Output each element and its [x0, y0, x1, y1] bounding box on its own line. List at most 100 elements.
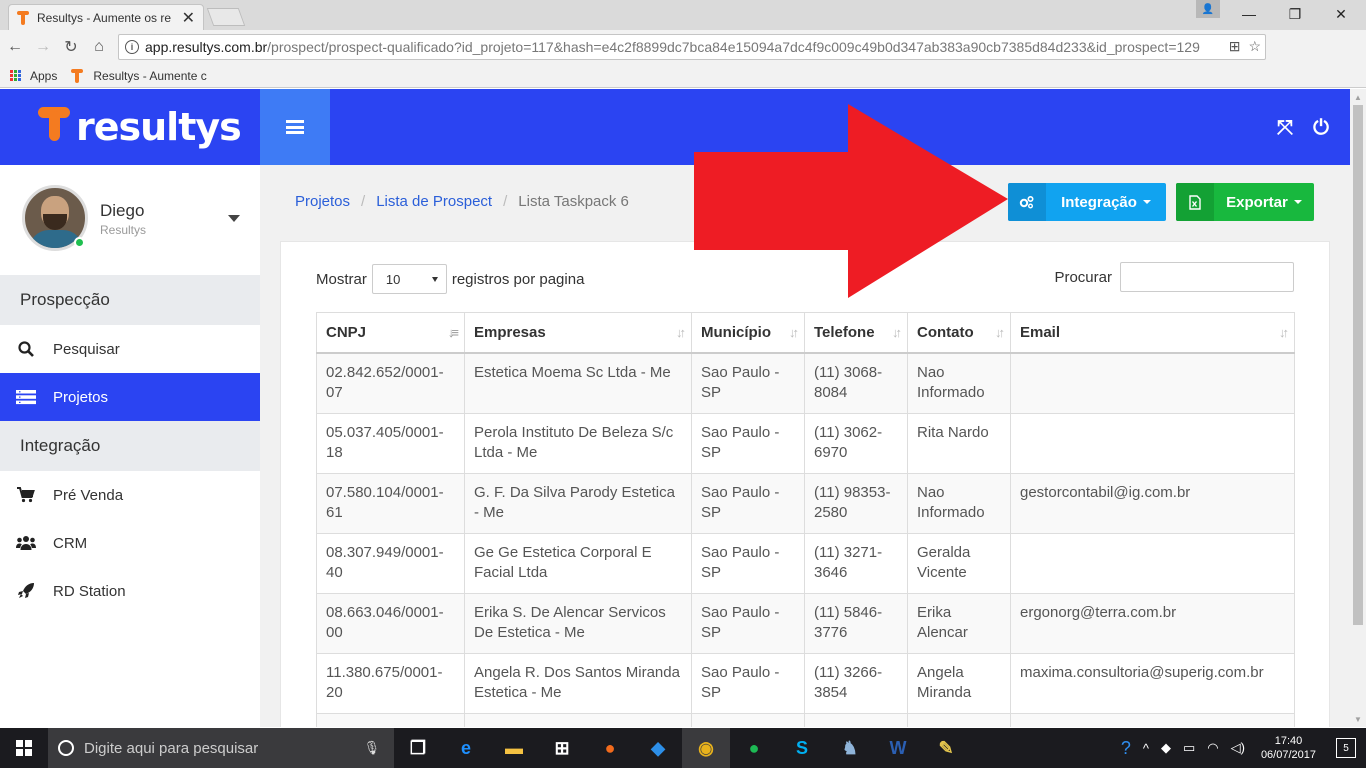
profile-icon[interactable]: 👤: [1196, 0, 1220, 18]
prospect-panel: Mostrar 10 registros por pagina Procurar…: [280, 241, 1330, 727]
help-icon[interactable]: ?: [1121, 738, 1131, 759]
edge-icon[interactable]: e: [442, 728, 490, 768]
search-label: Procurar: [1054, 268, 1112, 286]
scroll-up-icon[interactable]: ▲: [1350, 89, 1366, 105]
skype-icon[interactable]: S: [778, 728, 826, 768]
sidebar-item-label: Projetos: [53, 388, 109, 406]
file-explorer-icon[interactable]: ▬: [490, 728, 538, 768]
close-window-icon[interactable]: ✕: [1318, 0, 1364, 28]
start-button[interactable]: [0, 728, 48, 768]
spotify-icon[interactable]: ●: [730, 728, 778, 768]
cell-empresa: Ge Ge Estetica Corporal E Facial Ltda: [464, 532, 692, 594]
table-row[interactable]: 08.663.046/0001-00 Erika S. De Alencar S…: [316, 592, 1295, 654]
list-icon: [16, 388, 36, 406]
microphone-icon[interactable]: 🎙: [363, 740, 380, 756]
sidebar-item-label: CRM: [53, 534, 88, 552]
cell-contato: Rita Nardo: [907, 412, 1011, 474]
page-scrollbar[interactable]: ▲ ▼: [1350, 89, 1366, 727]
prospect-table: CNPJ ↓≡ Empresas ↓↑ Município ↓↑ Telefone ↓↑…: [316, 312, 1295, 727]
home-icon[interactable]: ⌂: [86, 34, 112, 60]
column-header-cnpj[interactable]: CNPJ ↓≡: [316, 312, 465, 354]
column-header-empresas[interactable]: Empresas ↓↑: [464, 312, 692, 354]
minimize-icon[interactable]: —: [1226, 0, 1272, 28]
user-panel[interactable]: Diego Resultys: [0, 165, 260, 275]
table-row[interactable]: 02.842.652/0001-07 Estetica Moema Sc Ltd…: [316, 352, 1295, 414]
breadcrumb-separator: /: [361, 193, 366, 210]
wifi-icon[interactable]: ◠: [1207, 740, 1218, 756]
bookmark-apps[interactable]: Apps: [10, 69, 57, 83]
address-bar[interactable]: i app.resultys.com.br/prospect/prospect-…: [118, 34, 1266, 60]
sidebar-item-label: Pesquisar: [53, 340, 120, 358]
battery-icon[interactable]: ▭: [1183, 740, 1195, 756]
back-icon[interactable]: ←: [2, 34, 28, 60]
postgresql-icon[interactable]: ♞: [826, 728, 874, 768]
task-view-icon[interactable]: ❐: [394, 728, 442, 768]
translate-icon[interactable]: ⊞: [1229, 38, 1241, 55]
clock-date: 06/07/2017: [1260, 749, 1316, 761]
cell-contato: Geralda Vicente: [907, 532, 1011, 594]
scrollbar-thumb[interactable]: [1353, 105, 1363, 625]
paint-icon[interactable]: ✎: [922, 728, 970, 768]
cell-email: [1010, 352, 1295, 414]
table-row[interactable]: 07.580.104/0001-61 G. F. Da Silva Parody…: [316, 472, 1295, 534]
dropdown-arrow-icon: [431, 276, 438, 282]
bookmark-star-icon[interactable]: ☆: [1248, 38, 1261, 55]
power-icon[interactable]: ⏻: [1310, 117, 1332, 139]
cell-contato: Nao Informado: [907, 352, 1011, 414]
breadcrumb-link-projetos[interactable]: Projetos: [295, 193, 350, 210]
taskbar-search[interactable]: Digite aqui para pesquisar 🎙: [48, 728, 394, 768]
cell-municipio: Sao Paulo - SP: [691, 652, 805, 714]
sidebar-item-rd-station[interactable]: RD Station: [0, 567, 260, 615]
cell-email: ergonorg@terra.com.br: [1010, 592, 1295, 654]
chevron-up-icon[interactable]: ^: [1143, 741, 1149, 756]
clock[interactable]: 17:40 06/07/2017: [1261, 734, 1316, 762]
sort-icon: ↓↑: [789, 325, 799, 340]
volume-icon[interactable]: ◁): [1231, 740, 1245, 756]
user-dropdown-caret-icon[interactable]: [228, 215, 240, 222]
windows-taskbar: Digite aqui para pesquisar 🎙 ❐ e ▬ ⊞ ● ◆…: [0, 728, 1366, 768]
word-icon[interactable]: W: [874, 728, 922, 768]
dropbox-icon[interactable]: ◆: [634, 728, 682, 768]
sidebar-item-pre-venda[interactable]: Pré Venda: [0, 471, 260, 519]
table-row[interactable]: 08.307.949/0001-40 Ge Ge Estetica Corpor…: [316, 532, 1295, 594]
column-header-contato[interactable]: Contato ↓↑: [907, 312, 1011, 354]
breadcrumb-link-lista-de-prospect[interactable]: Lista de Prospect: [376, 193, 492, 210]
firefox-icon[interactable]: ●: [586, 728, 634, 768]
browser-tab[interactable]: Resultys - Aumente os re ✕: [8, 4, 204, 30]
chrome-icon[interactable]: ◉: [682, 728, 730, 768]
forward-icon[interactable]: →: [30, 34, 56, 60]
table-header-row: CNPJ ↓≡ Empresas ↓↑ Município ↓↑ Telefone ↓↑…: [316, 312, 1295, 354]
site-info-icon[interactable]: i: [125, 40, 139, 54]
sidebar-item-projetos[interactable]: Projetos: [0, 373, 260, 421]
scroll-down-icon[interactable]: ▼: [1350, 711, 1366, 727]
menu-toggle-button[interactable]: [260, 89, 330, 165]
column-header-telefone[interactable]: Telefone ↓↑: [804, 312, 908, 354]
resultys-favicon-icon: [17, 10, 31, 25]
notification-center-icon[interactable]: 5: [1336, 738, 1356, 758]
close-tab-icon[interactable]: ✕: [182, 8, 195, 28]
column-header-municipio[interactable]: Município ↓↑: [691, 312, 805, 354]
breadcrumb-current: Lista Taskpack 6: [518, 193, 629, 210]
store-icon[interactable]: ⊞: [538, 728, 586, 768]
dropbox-tray-icon[interactable]: ◆: [1161, 740, 1171, 756]
sidebar-item-crm[interactable]: CRM: [0, 519, 260, 567]
page-length-select[interactable]: 10: [371, 264, 447, 294]
new-tab-button[interactable]: [206, 8, 246, 26]
search-icon: [16, 340, 36, 358]
resultys-favicon-icon: [71, 68, 85, 83]
search-input[interactable]: [1120, 262, 1294, 292]
restore-icon[interactable]: ❐: [1272, 0, 1318, 28]
table-row[interactable]: 05.037.405/0001-18 Perola Instituto De B…: [316, 412, 1295, 474]
bookmark-resultys[interactable]: Resultys - Aumente c: [71, 68, 207, 83]
table-row[interactable]: [316, 712, 1295, 727]
fullscreen-icon[interactable]: ⤧: [1274, 117, 1296, 139]
column-header-email[interactable]: Email ↓↑: [1010, 312, 1295, 354]
logo[interactable]: resultys: [0, 89, 260, 165]
exportar-button[interactable]: Exportar: [1176, 183, 1314, 221]
cell-empresa: G. F. Da Silva Parody Estetica - Me: [464, 472, 692, 534]
sidebar-item-pesquisar[interactable]: Pesquisar: [0, 325, 260, 373]
reload-icon[interactable]: ↻: [58, 34, 84, 60]
table-row[interactable]: 11.380.675/0001-20 Angela R. Dos Santos …: [316, 652, 1295, 714]
sidebar-item-label: Pré Venda: [53, 486, 124, 504]
integracao-button[interactable]: Integração: [1008, 183, 1166, 221]
